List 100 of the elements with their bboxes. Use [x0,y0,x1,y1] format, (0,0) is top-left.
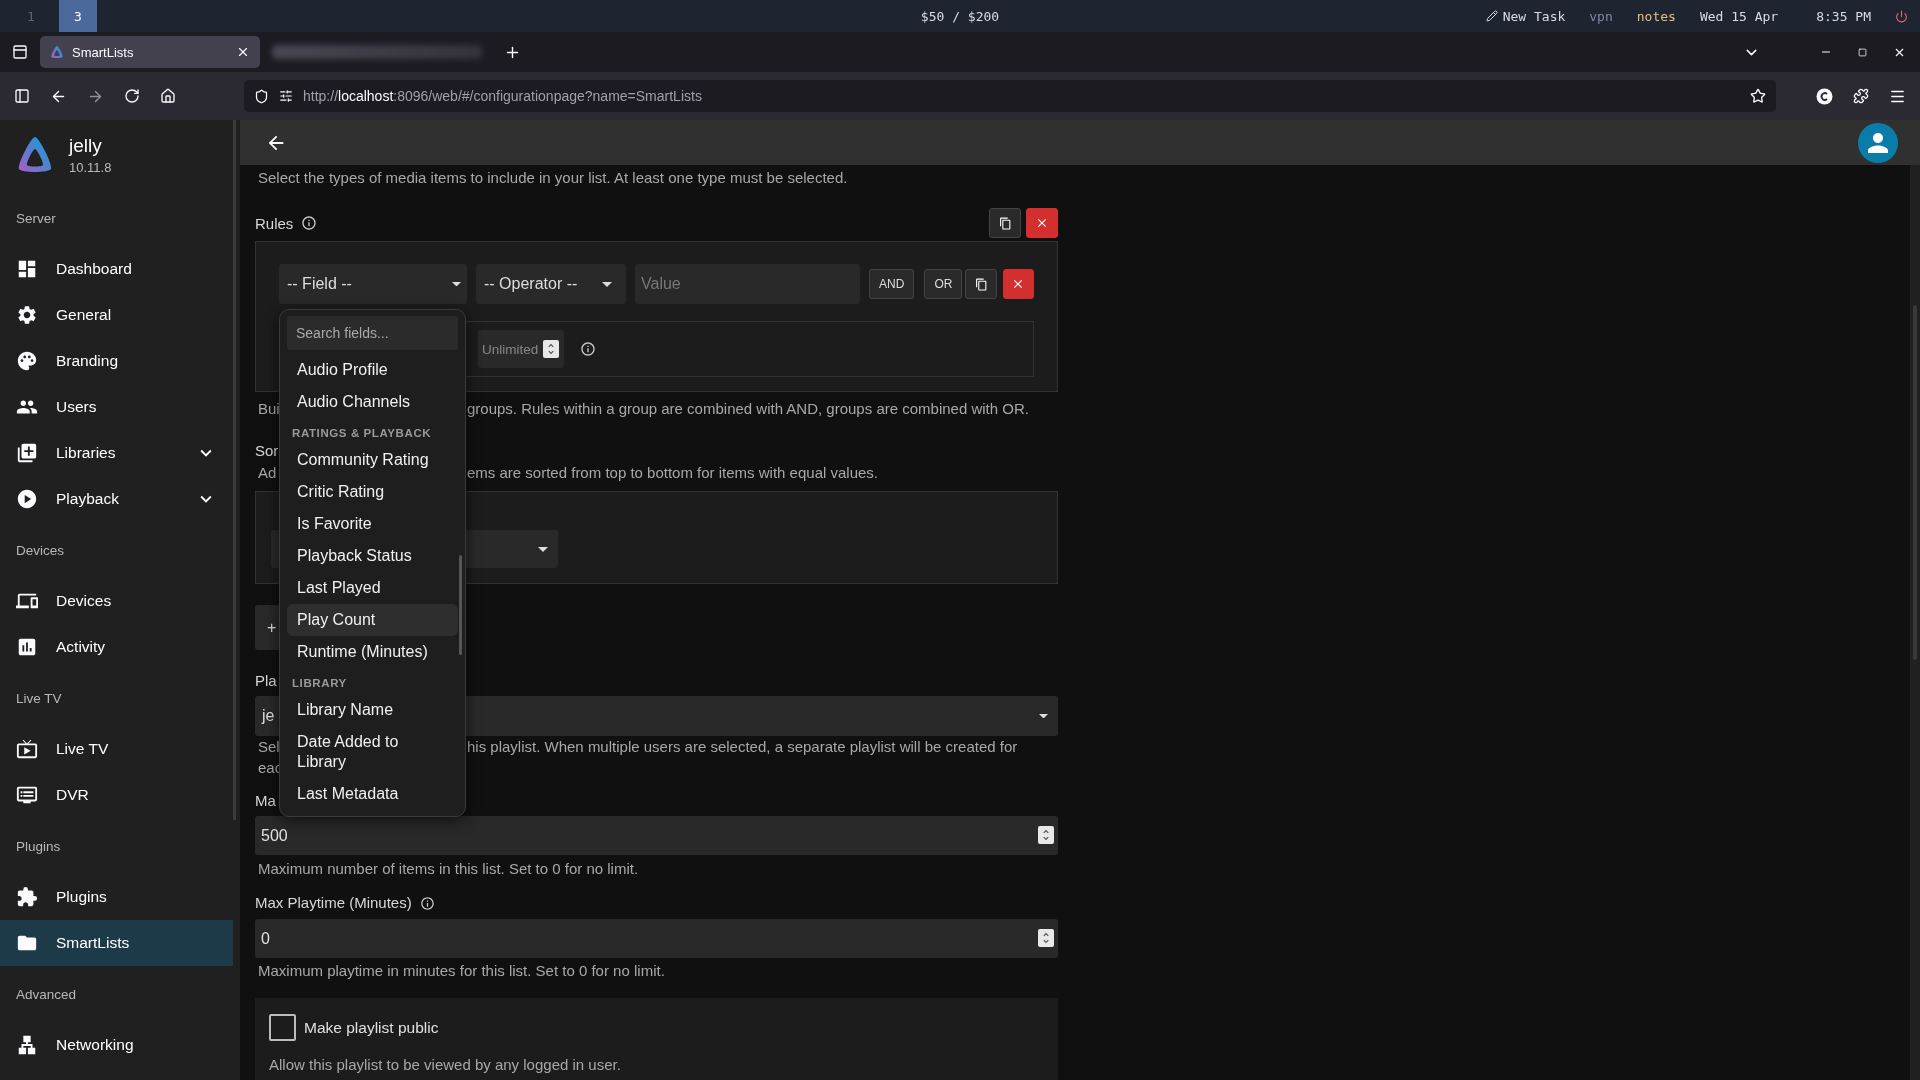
library-add-icon [16,442,38,464]
stepper-icon[interactable] [1038,929,1054,947]
info-icon[interactable] [419,895,435,911]
menu-item[interactable]: Library Name [287,694,458,726]
nav-item[interactable]: Libraries [0,430,233,476]
delete-button[interactable] [1002,269,1034,299]
jelly-logo-icon [50,45,64,59]
field-label: Max Playtime (Minutes) [255,893,412,913]
operator-select[interactable]: -- Operator -- [476,264,626,304]
dashboard-icon [16,258,38,280]
version-text: 10.11.8 [69,160,112,175]
status-indicator[interactable]: notes [1636,8,1676,24]
nav-item[interactable]: General [0,292,233,338]
help-text: groups. Rules within a group are combined with AND, groups are combined with OR. [467,399,1030,419]
stepper-icon[interactable] [1038,826,1054,844]
menu-item[interactable]: Is Favorite [287,508,458,540]
field-label: Pla [255,671,277,691]
profile-icon[interactable] [1816,87,1833,105]
copy-button[interactable] [965,269,997,299]
shield-icon[interactable] [254,88,269,104]
section-heading: Server [15,210,57,228]
date-text: Wed 15 Apr [1699,8,1779,24]
tv-icon [16,738,38,760]
menu-item[interactable]: Audio Profile [287,354,458,386]
menu-item[interactable]: Runtime (Minutes) [287,636,458,668]
close-icon [1035,216,1049,230]
menu-item[interactable]: Critic Rating [287,476,458,508]
copy-button[interactable] [989,208,1021,238]
menu-item[interactable]: Playback Status [287,540,458,572]
pencil-icon [1485,10,1498,22]
field-label: Sor [255,441,279,461]
nav-item[interactable]: Activity [0,624,233,670]
help-text: Maximum number of items in this list. Set to 0 for no limit. [257,859,640,879]
nav-item[interactable]: Branding [0,338,233,384]
checkbox-label[interactable]: Make playlist public [304,1018,439,1037]
workspace-tag[interactable]: 3 [59,0,97,32]
number-field[interactable]: 500 [255,816,1058,855]
help-text: Ad [257,463,277,483]
stepper-icon[interactable] [543,340,559,358]
star-icon[interactable] [1750,88,1766,104]
menu-item[interactable]: Last Metadata [287,778,458,810]
help-text: Sel [257,737,280,757]
search-field[interactable]: Search fields... [287,316,458,350]
info-icon[interactable] [301,215,318,231]
power-icon[interactable] [1895,9,1908,23]
menu-item[interactable]: Play Count [287,604,458,636]
gear-icon [16,304,38,326]
copy-icon [974,277,988,291]
checkbox[interactable] [269,1014,296,1041]
sidebar-icon[interactable] [14,88,30,104]
network-icon [16,1034,38,1056]
menu-group-heading: LIBRARY [291,676,348,691]
nav-item[interactable]: DVR [0,772,233,818]
copy-icon [998,216,1012,230]
section-heading: Plugins [15,838,62,856]
help-text: ems are sorted from top to bottom for items with equal values. [467,463,879,483]
section-heading: Advanced [15,986,78,1004]
help-text: his playlist. When multiple users are selected, a separate playlist will be created for [467,737,1019,757]
number-field[interactable]: 0 [255,919,1058,958]
time-text: 8:35 PM [1816,8,1871,24]
field-select[interactable]: -- Field -- [279,264,467,304]
close-icon[interactable] [236,45,250,59]
value-field[interactable]: Value [635,264,861,304]
reload-icon[interactable] [124,88,140,104]
limit-field[interactable]: Unlimited [478,330,564,368]
nav-item[interactable]: Plugins [0,874,233,920]
or-button[interactable]: OR [924,269,963,299]
info-icon[interactable] [580,341,596,357]
menu-item[interactable]: Audio Channels [287,386,458,418]
browser-tab[interactable]: SmartLists [40,36,260,68]
menu-item[interactable]: Last Played [287,572,458,604]
palette-icon [16,350,38,372]
address-field[interactable]: http://localhost:8096/web/#/configurationpage?name=SmartLists [244,80,1776,112]
nav-item[interactable]: Networking [0,1022,233,1068]
and-button[interactable]: AND [869,269,915,299]
permissions-icon[interactable] [279,89,293,103]
help-text: Maximum playtime in minutes for this list. Set to 0 for no limit. [257,961,666,981]
caret-icon [1039,713,1048,719]
new-task-button[interactable]: New Task [1485,8,1566,24]
maximize-icon[interactable] [1858,47,1867,57]
menu-item[interactable]: Community Rating [287,444,458,476]
home-icon[interactable] [160,88,176,104]
nav-item[interactable]: Dashboard [0,246,233,292]
field-label: Ma [255,791,276,811]
nav-item[interactable]: Devices [0,578,233,624]
nav-item[interactable]: SmartLists [0,920,233,966]
budget-text: $50 / $200 [920,8,1000,24]
caret-icon [602,281,612,287]
nav-item[interactable]: Users [0,384,233,430]
menu-group-heading: RATINGS & PLAYBACK [291,426,433,441]
nav-item[interactable]: Playback [0,476,233,522]
nav-item[interactable]: Live TV [0,726,233,772]
help-text: Bui [257,399,280,419]
status-indicator[interactable]: vpn [1589,8,1613,24]
puzzle-icon[interactable] [1853,88,1869,104]
help-text: Select the types of media items to include in your list. At least one type must be selected. [257,168,849,188]
user-avatar[interactable] [1858,122,1898,163]
play-icon [16,488,38,510]
url-text: http://localhost:8096/web/#/configurationpage?name=SmartLists [303,88,703,104]
caret-icon [538,546,548,552]
